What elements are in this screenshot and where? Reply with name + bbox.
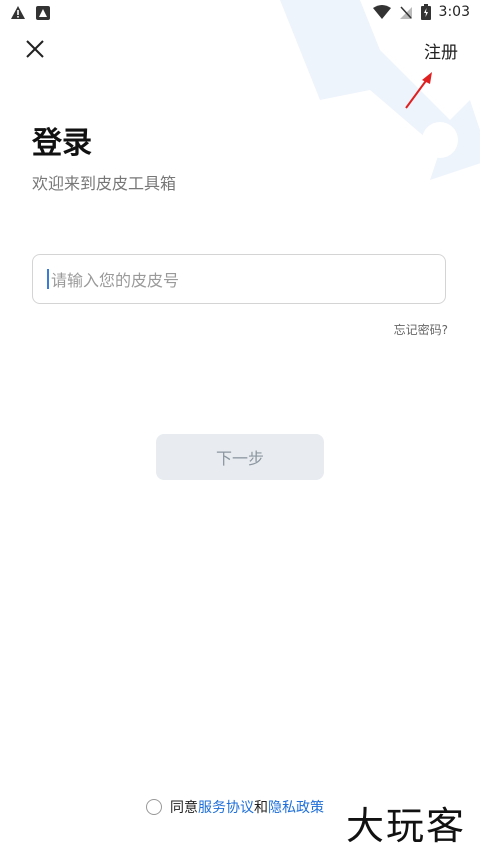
- pipi-id-input[interactable]: 请输入您的皮皮号: [32, 254, 446, 304]
- close-icon: [26, 40, 44, 58]
- agreement-row: 同意 服务协议 和 隐私政策: [146, 797, 324, 817]
- watermark-text: 大玩客: [345, 804, 466, 848]
- warning-icon: [11, 6, 25, 19]
- page-title: 登录: [32, 126, 92, 161]
- next-step-button[interactable]: 下一步: [156, 434, 324, 480]
- notification-icon: [36, 5, 50, 20]
- agree-prefix: 同意: [170, 800, 198, 816]
- page-subtitle: 欢迎来到皮皮工具箱: [32, 174, 177, 193]
- service-agreement-link[interactable]: 服务协议: [198, 797, 254, 817]
- wrench-logo-background: [280, 0, 480, 180]
- annotation-arrow-icon: [405, 72, 432, 109]
- status-bar-left: [10, 5, 50, 20]
- agree-radio[interactable]: [146, 799, 162, 815]
- register-button[interactable]: 注册: [424, 38, 458, 63]
- agree-and: 和: [254, 800, 268, 816]
- text-cursor: [47, 269, 49, 289]
- input-placeholder: 请输入您的皮皮号: [51, 271, 180, 290]
- close-button[interactable]: [22, 36, 48, 62]
- next-step-label: 下一步: [215, 449, 264, 468]
- privacy-policy-link[interactable]: 隐私政策: [268, 797, 324, 817]
- forgot-password-link[interactable]: 忘记密码?: [394, 321, 448, 338]
